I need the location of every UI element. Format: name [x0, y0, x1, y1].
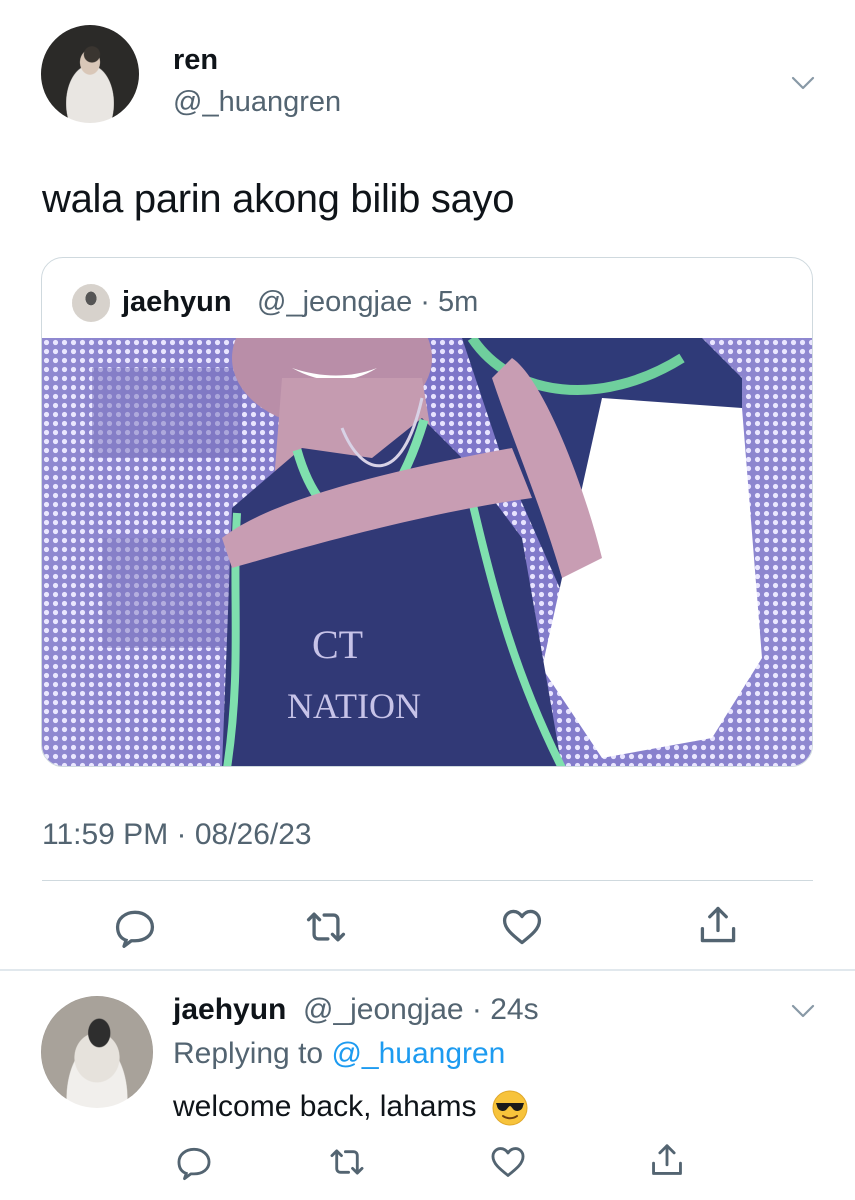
quoted-tweet-image[interactable]: CT NATION [42, 288, 812, 766]
jersey-text-line1: CT [312, 622, 363, 667]
chevron-down-icon[interactable] [790, 70, 816, 96]
reply-share-icon[interactable] [648, 1141, 686, 1179]
tweet-timestamp[interactable]: 11:59 PM · 08/26/23 [42, 818, 312, 852]
reply-icon[interactable] [113, 905, 157, 949]
reply-text-content: welcome back, lahams [173, 1089, 477, 1123]
quoted-author-name: jaehyun [122, 286, 232, 318]
reply-author-handle-time[interactable]: @_jeongjae · 24s [303, 993, 539, 1027]
reply-chevron-down-icon[interactable] [790, 998, 816, 1024]
replying-to-label: Replying to [173, 1037, 324, 1070]
author-avatar[interactable] [41, 25, 139, 123]
reply-heart-icon[interactable] [489, 1143, 527, 1181]
heart-icon[interactable] [500, 905, 544, 949]
reply-author-name[interactable]: jaehyun [173, 993, 286, 1027]
author-handle[interactable]: @_huangren [173, 86, 341, 119]
author-display-name[interactable]: ren [173, 44, 218, 77]
jersey-text-line2: NATION [287, 686, 421, 726]
replying-to-handle-link[interactable]: @_huangren [331, 1037, 505, 1070]
share-icon[interactable] [696, 903, 740, 947]
quoted-author-avatar [72, 284, 110, 322]
reply-author-avatar[interactable] [41, 996, 153, 1108]
sunglasses-emoji-icon [491, 1089, 529, 1127]
tweet-text: wala parin akong bilib sayo [42, 177, 515, 221]
section-divider [0, 969, 855, 971]
replying-to: Replying to @_huangren [173, 1037, 505, 1071]
quoted-tweet-card[interactable]: jaehyun @_jeongjae · 5m CT NATION [41, 257, 813, 767]
reply-text: welcome back, lahams [173, 1089, 529, 1127]
reply-retweet-icon[interactable] [328, 1143, 366, 1181]
reply-reply-icon[interactable] [175, 1143, 213, 1181]
divider [42, 880, 813, 881]
retweet-icon[interactable] [304, 905, 348, 949]
quoted-author-handle-time: @_jeongjae · 5m [257, 286, 479, 318]
